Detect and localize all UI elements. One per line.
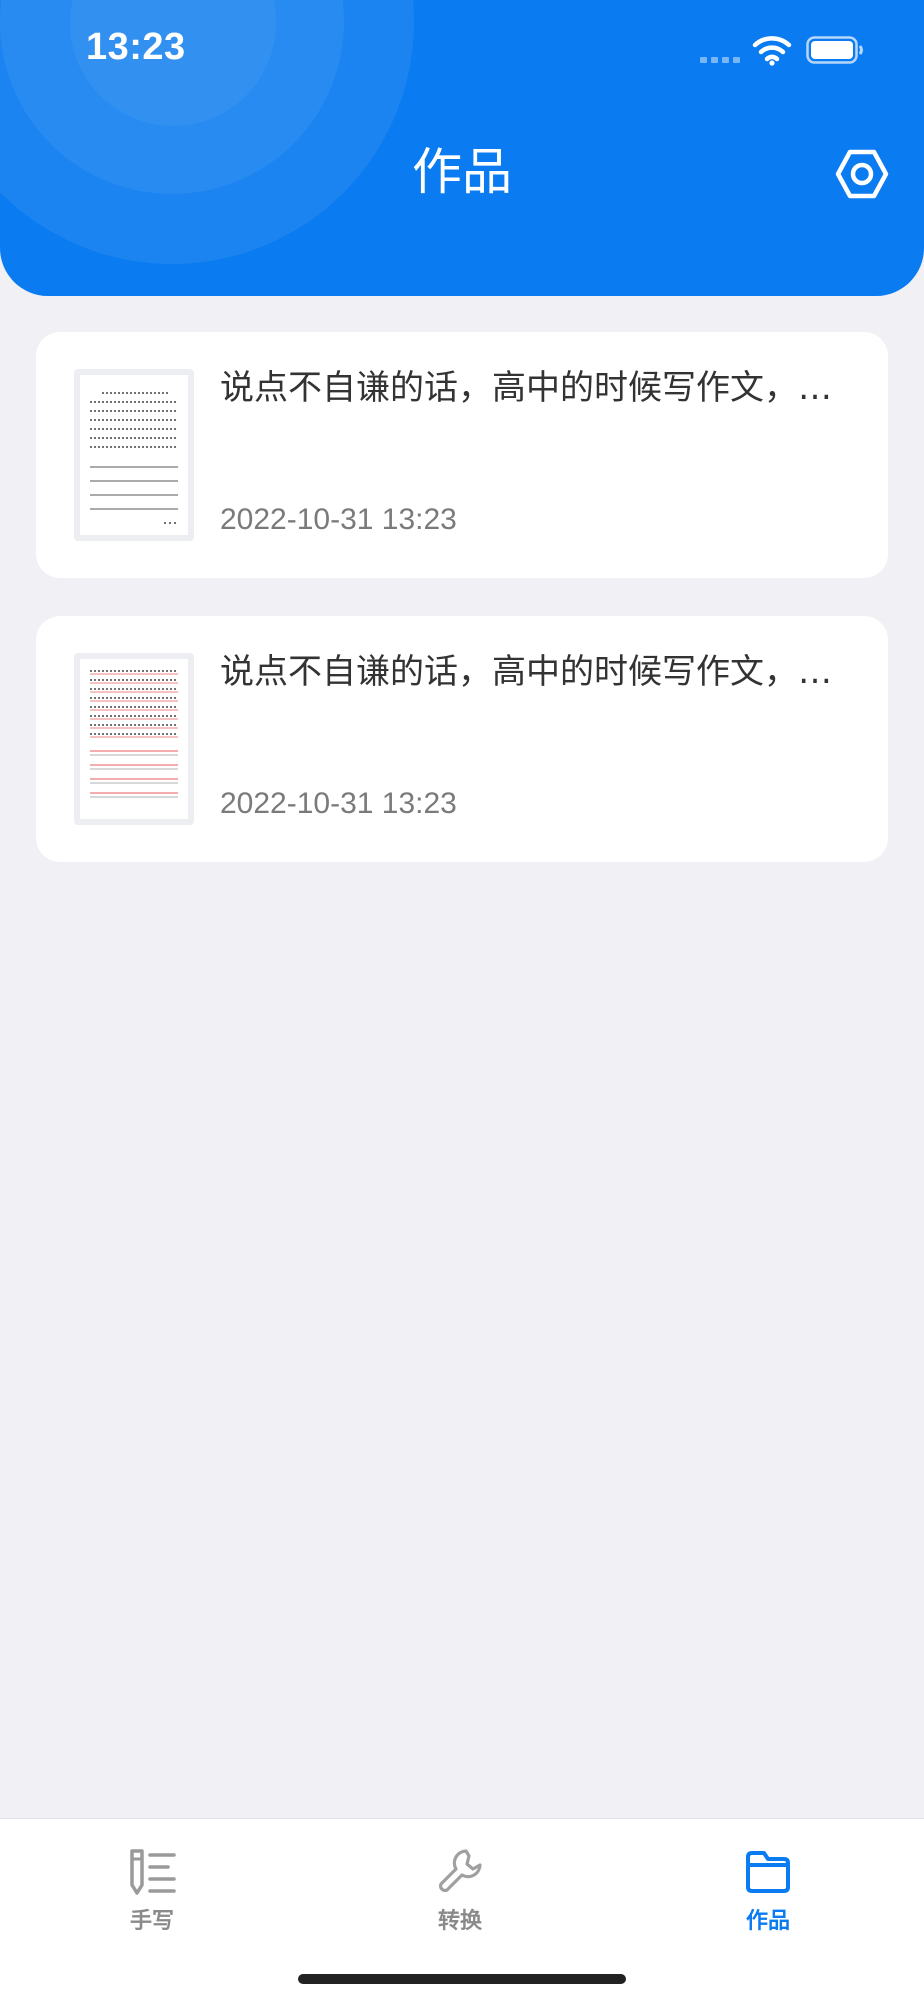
battery-icon xyxy=(806,36,863,64)
work-date: 2022-10-31 13:23 xyxy=(220,503,457,536)
work-card[interactable]: 说点不自谦的话，高中的时候写作文，我基本没有低于四十分的时候，这是因为我高二高三… xyxy=(36,616,888,862)
work-title: 说点不自谦的话，高中的时候写作文，我基本没有低于四十分的时候，这是因为我高二高三 xyxy=(220,652,850,692)
document-preview-icon xyxy=(90,392,178,524)
wifi-icon xyxy=(752,36,792,66)
tab-handwriting[interactable]: 手写 xyxy=(52,1837,252,1947)
work-title: 说点不自谦的话，高中的时候写作文，我基本没有低于四十分的时候，这是因为我高二高三 xyxy=(220,368,850,408)
tab-label: 手写 xyxy=(129,1909,174,1934)
tab-convert[interactable]: 转换 xyxy=(360,1837,560,1947)
cellular-signal-icon xyxy=(700,57,740,63)
home-indicator[interactable] xyxy=(298,1974,626,1984)
document-preview-icon xyxy=(90,670,178,798)
document-thumbnail xyxy=(74,653,194,825)
page-title: 作品 xyxy=(412,143,512,201)
folder-icon xyxy=(746,1851,790,1893)
document-thumbnail xyxy=(74,369,194,541)
header-bar: 13:23 作品 xyxy=(0,0,924,296)
tab-works[interactable]: 作品 xyxy=(668,1837,868,1947)
tab-label: 作品 xyxy=(745,1909,790,1934)
work-card[interactable]: 说点不自谦的话，高中的时候写作文，我基本没有低于四十分的时候，这是因为我高二高三… xyxy=(36,332,888,578)
tab-label: 转换 xyxy=(437,1909,482,1934)
status-bar-time: 13:23 xyxy=(86,26,186,68)
settings-icon[interactable] xyxy=(834,146,890,202)
wrench-icon xyxy=(438,1849,482,1893)
work-date: 2022-10-31 13:23 xyxy=(220,787,457,820)
handwriting-icon xyxy=(130,1849,176,1895)
